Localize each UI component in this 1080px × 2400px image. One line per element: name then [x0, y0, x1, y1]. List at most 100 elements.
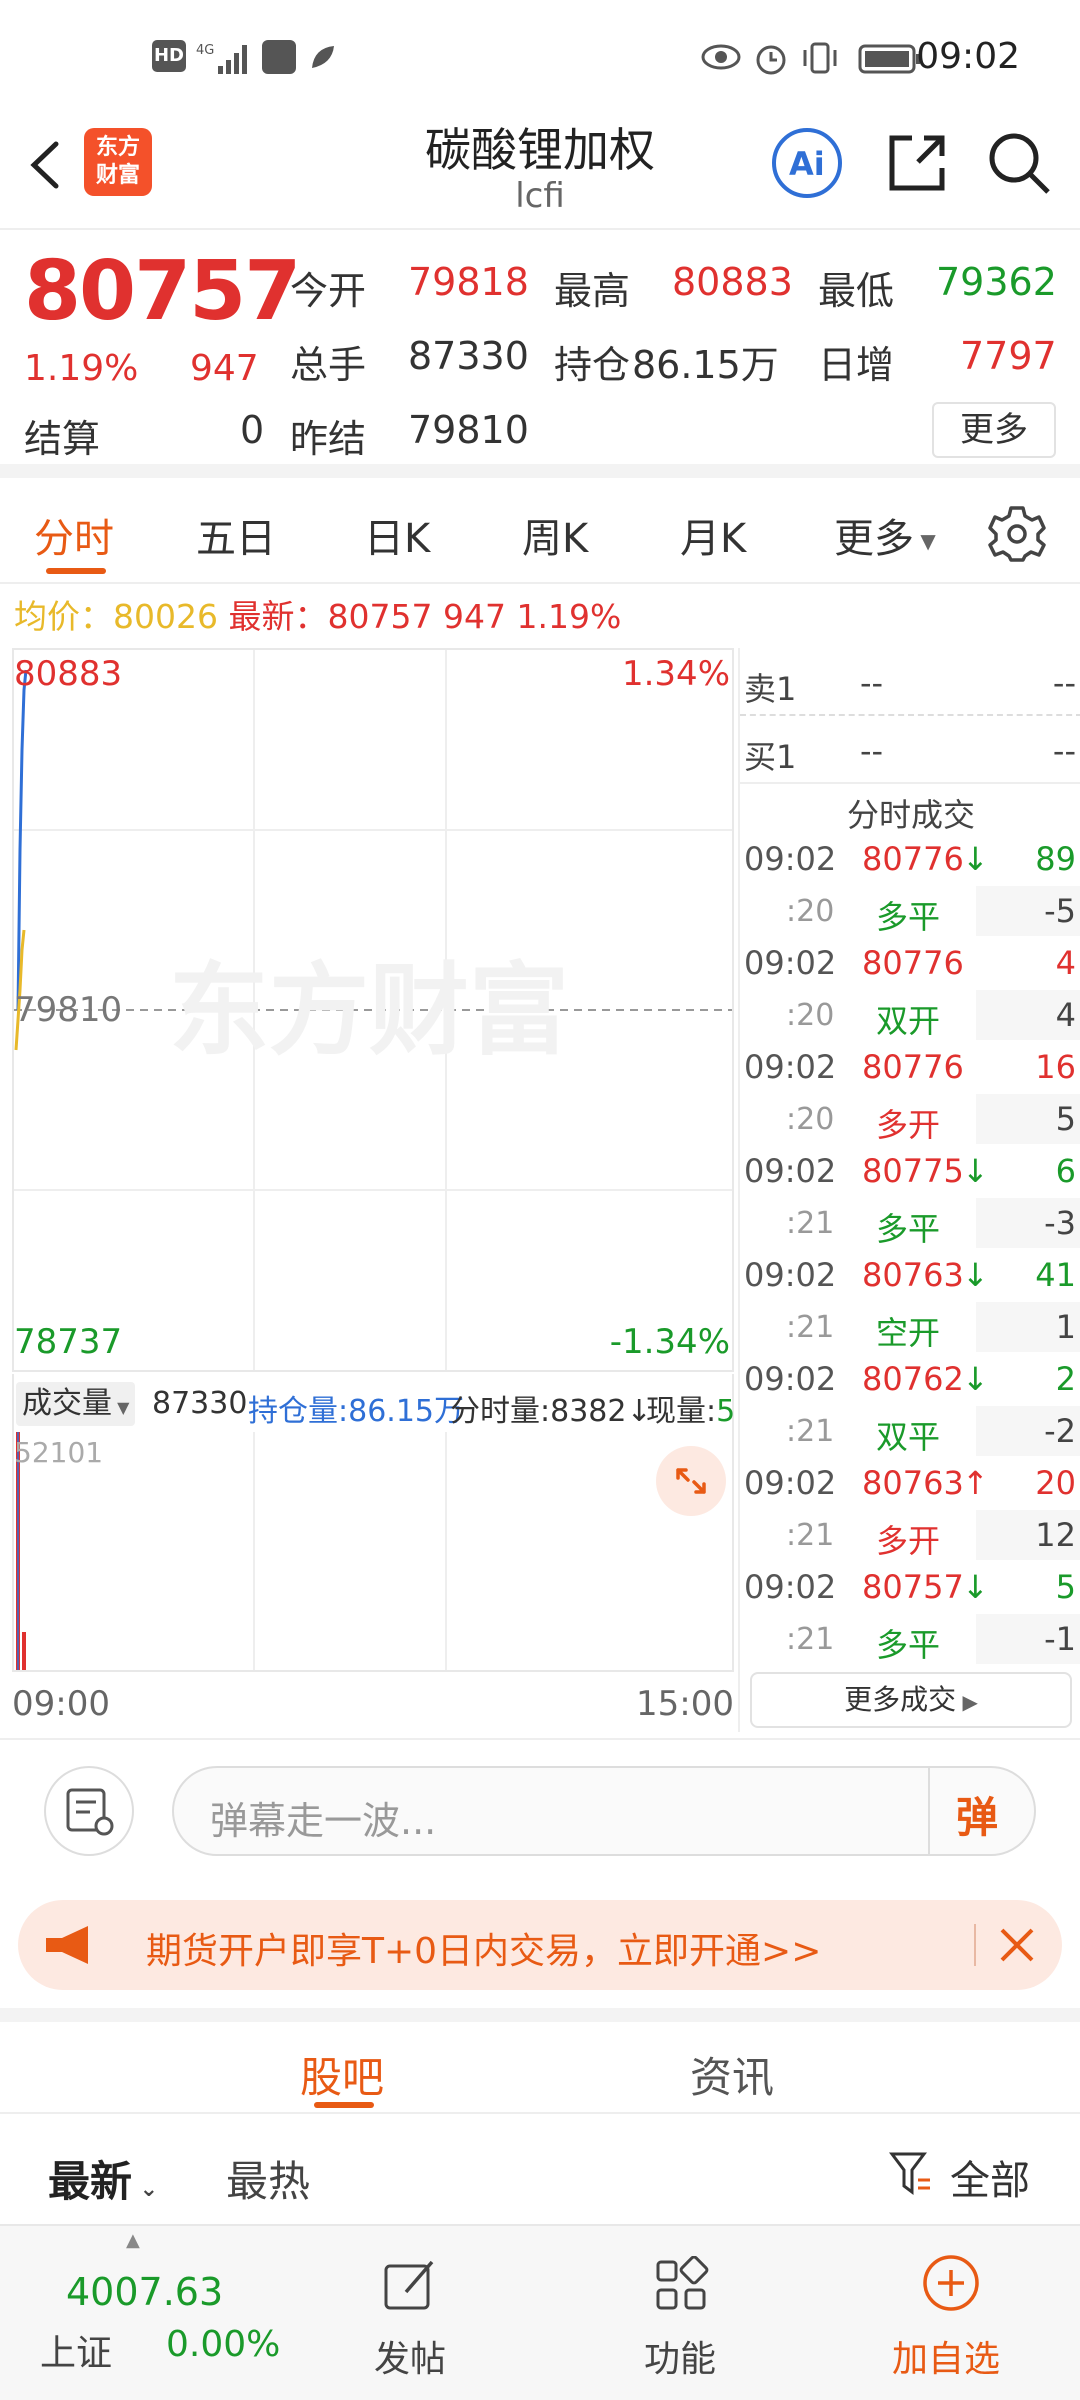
volume-bar-2: [22, 1632, 26, 1670]
trade-detail-row: :21 空开 1: [740, 1302, 1080, 1354]
oi-label: 持仓: [554, 343, 631, 387]
tab-forum[interactable]: 股吧: [300, 2044, 384, 2105]
alarm-icon: [752, 40, 790, 76]
daily-inc-value: 7797: [960, 334, 1057, 378]
buy1-label: 买1: [744, 738, 797, 776]
trade-volume: 2: [1055, 1360, 1076, 1398]
danmaku-placeholder: 弹幕走一波...: [210, 1799, 437, 1843]
volume-info-bar: 成交量 ▼ 87330 持仓量:86.15万 分时量:8382↓ 现量:5: [12, 1374, 735, 1432]
settings-button[interactable]: [988, 504, 1046, 562]
trade-type: 多平: [876, 898, 941, 936]
chevron-down-icon: ⌄: [132, 2177, 159, 2202]
trade-row: 09:02 80762 ↓ 2: [740, 1354, 1080, 1406]
buy1-price: --: [860, 732, 884, 770]
function-button[interactable]: 功能: [630, 2226, 730, 2400]
trade-type: 多平: [876, 1210, 941, 1248]
share-icon: [889, 135, 945, 191]
section-tab-indicator: [314, 2102, 374, 2108]
post-button[interactable]: 发帖: [360, 2226, 460, 2400]
trade-detail-row: :20 多平 -5: [740, 886, 1080, 938]
index-value: 4007.63: [66, 2270, 224, 2314]
trade-type-volume: 4: [1055, 996, 1076, 1034]
megaphone-icon: [46, 1926, 88, 1964]
indicator-dropdown[interactable]: 成交量 ▼: [16, 1382, 136, 1426]
promo-banner[interactable]: 期货开户即享T+0日内交易，立即开通>>: [18, 1900, 1062, 1990]
watermark: 东方财富: [169, 952, 569, 1069]
trade-time: 09:02: [744, 840, 837, 878]
trade-type: 多开: [876, 1522, 941, 1560]
sell1-vol: --: [1052, 664, 1076, 702]
vibrate-icon: [800, 40, 840, 76]
trade-detail-row: :21 多开 12: [740, 1510, 1080, 1562]
caret-down-icon: ▼: [914, 529, 936, 553]
trade-type: 双平: [876, 1418, 941, 1456]
trade-time: 09:02: [744, 1048, 837, 1086]
filter-all-label: 全部: [950, 2158, 1030, 2204]
danmaku-send-label: 弹: [956, 1793, 999, 1842]
sort-hot[interactable]: 最热: [226, 2148, 310, 2209]
more-trades-button[interactable]: 更多成交 ▶: [750, 1672, 1072, 1728]
trade-type: 空开: [876, 1314, 941, 1352]
trade-type-volume: -2: [1044, 1412, 1076, 1450]
search-button[interactable]: [984, 128, 1054, 198]
status-clock: 09:02: [916, 36, 1020, 77]
grid-icon: [656, 2256, 709, 2310]
tab-weekly-k[interactable]: 周K: [522, 506, 588, 564]
more-quote-button[interactable]: 更多: [932, 402, 1056, 458]
latest-label: 最新：: [228, 597, 328, 636]
trade-volume: 5: [1055, 1568, 1076, 1606]
trade-arrow-icon: ↓: [962, 840, 989, 878]
svg-text:4G: 4G: [196, 43, 214, 58]
high-label: 最高: [554, 269, 631, 313]
volume-chart[interactable]: 52101: [12, 1432, 734, 1672]
tab-monthly-k[interactable]: 月K: [680, 506, 746, 564]
ai-button[interactable]: Ai: [770, 126, 844, 200]
tab-news[interactable]: 资讯: [690, 2044, 774, 2105]
vol-now-label: 现量:: [646, 1394, 717, 1429]
trade-seconds: :20: [786, 998, 835, 1033]
chart-high-price: 80883: [14, 654, 123, 694]
danmaku-settings-button[interactable]: [44, 1766, 134, 1856]
danmaku-input[interactable]: 弹幕走一波... 弹: [172, 1766, 1036, 1856]
tab-more[interactable]: 更多 ▼: [834, 506, 936, 564]
trade-arrow-icon: ↓: [962, 1152, 989, 1190]
trade-type-volume: -5: [1044, 892, 1076, 930]
low-value: 79362: [936, 260, 1057, 304]
trade-row: 09:02 80776 ↓ 89: [740, 834, 1080, 886]
trade-type: 多平: [876, 1626, 941, 1664]
sell1-row: 卖1 -- --: [740, 650, 1080, 716]
danmaku-send-button[interactable]: 弹: [928, 1768, 1034, 1854]
volume-value: 87330: [408, 334, 529, 378]
trade-price: 80776: [862, 944, 964, 982]
share-button[interactable]: [882, 128, 952, 198]
indicator-dropdown-label: 成交量: [22, 1386, 112, 1421]
index-ticker[interactable]: 4007.63 上证 0.00%: [0, 2226, 300, 2400]
price-info-line: 均价：80026 最新：80757 947 1.19%: [14, 590, 621, 638]
trade-seconds: :21: [786, 1310, 835, 1345]
vol-now: 现量:5: [646, 1386, 735, 1430]
change-value: 947: [190, 348, 259, 389]
last-price: 80757: [24, 244, 301, 339]
vol-now-value: 5: [716, 1394, 736, 1429]
tab-intraday[interactable]: 分时: [34, 506, 114, 564]
avg-label: 均价：: [14, 597, 113, 636]
expand-button[interactable]: [656, 1446, 726, 1516]
function-label: 功能: [644, 2339, 717, 2380]
hd-icon: HD: [152, 40, 186, 72]
add-watchlist-button[interactable]: 加自选: [880, 2226, 1020, 2400]
quote-panel: 80757 1.19% 947 今开 79818 最高 80883 最低 793…: [0, 232, 1080, 478]
promo-close-button[interactable]: [988, 1916, 1046, 1974]
trade-arrow-icon: ↑: [962, 1464, 989, 1502]
sort-latest-dropdown[interactable]: 最新 ⌄: [48, 2148, 158, 2209]
tab-daily-k[interactable]: 日K: [364, 506, 430, 564]
promo-text: 期货开户即享T+0日内交易，立即开通>>: [146, 1931, 822, 1972]
search-icon: [989, 133, 1050, 194]
caret-down-icon: ▼: [112, 1398, 130, 1417]
eye-icon: [700, 40, 742, 76]
tab-five-day[interactable]: 五日: [196, 506, 276, 564]
change-pct: 1.19%: [24, 348, 139, 389]
intraday-chart[interactable]: 东方财富 80883 1.34% 79810 78737 -1.34%: [12, 648, 734, 1372]
open-label: 今开: [290, 269, 367, 313]
bag-icon: [262, 40, 296, 74]
settle-value: 0: [240, 408, 265, 452]
